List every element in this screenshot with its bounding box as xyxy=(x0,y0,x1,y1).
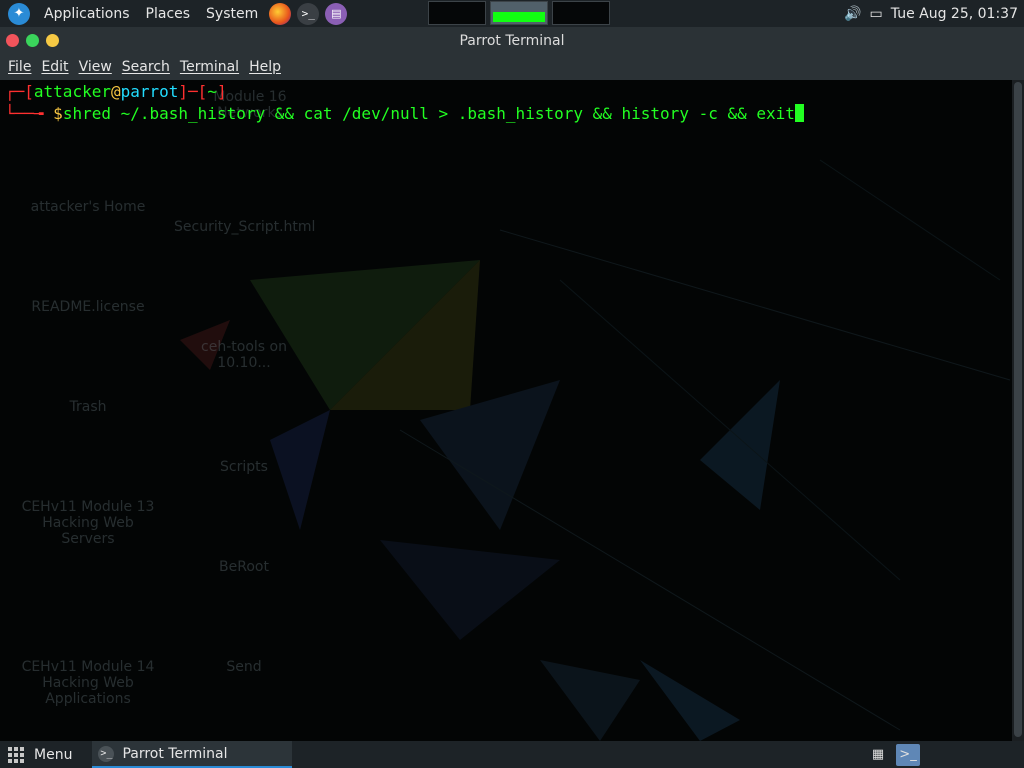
firefox-launcher-icon[interactable] xyxy=(269,2,292,25)
terminal-area[interactable]: Module 16 Networks attacker's Home Secur… xyxy=(0,80,1024,741)
menu-button[interactable]: Menu xyxy=(0,741,80,768)
prompt-at: @ xyxy=(110,82,121,101)
menu-label: Menu xyxy=(34,746,73,763)
menu-edit[interactable]: Edit xyxy=(36,59,73,75)
places-label: Places xyxy=(145,5,191,22)
terminal-scrollbar[interactable] xyxy=(1012,80,1024,741)
taskbar-terminal-button[interactable]: >_ Parrot Terminal xyxy=(92,741,293,768)
prompt-dollar: $ xyxy=(53,104,63,123)
top-panel: ✦ Applications Places System >_ ▤ 🔊 ▭ Tu… xyxy=(0,0,1024,27)
menu-view[interactable]: View xyxy=(74,59,117,75)
window-title: Parrot Terminal xyxy=(459,32,565,49)
task-label: Parrot Terminal xyxy=(122,745,228,762)
places-menu[interactable]: Places xyxy=(138,0,199,27)
workspace-switcher xyxy=(428,1,610,25)
volume-icon[interactable]: 🔊 xyxy=(844,6,861,22)
prompt-user: attacker xyxy=(33,82,111,101)
typed-command: shred ~/.bash_history && cat /dev/null >… xyxy=(62,104,795,123)
terminal-output[interactable]: ┌─[attacker@parrot]─[~] └──╼ $shred ~/.b… xyxy=(0,80,1010,741)
menu-terminal[interactable]: Terminal xyxy=(175,59,244,75)
menu-search[interactable]: Search xyxy=(117,59,175,75)
workspace-3[interactable] xyxy=(552,1,610,25)
prompt-header: ┌─[attacker@parrot]─[~] xyxy=(5,82,227,101)
system-menu[interactable]: System xyxy=(198,0,266,27)
menubar: File Edit View Search Terminal Help xyxy=(0,54,1024,80)
network-manager-icon[interactable]: ▦ xyxy=(866,744,890,766)
text-cursor xyxy=(794,104,804,122)
top-right-tray: 🔊 ▭ Tue Aug 25, 01:37 xyxy=(844,0,1018,27)
terminal-window: Parrot Terminal File Edit View Search Te… xyxy=(0,27,1024,741)
prompt-path: ~ xyxy=(207,82,217,101)
clock[interactable]: Tue Aug 25, 01:37 xyxy=(891,6,1018,22)
terminal-launcher-icon[interactable]: >_ xyxy=(297,2,320,25)
terminal-tray-icon[interactable]: >_ xyxy=(896,743,920,766)
workspace-2[interactable] xyxy=(490,1,548,25)
applications-menu[interactable]: Applications xyxy=(36,0,138,27)
workspace-1[interactable] xyxy=(428,1,486,25)
scrollbar-thumb[interactable] xyxy=(1014,82,1022,737)
window-titlebar[interactable]: Parrot Terminal xyxy=(0,27,1024,54)
apps-grid-icon xyxy=(8,746,24,763)
menu-file[interactable]: File xyxy=(3,59,36,75)
prompt-host: parrot xyxy=(120,82,179,101)
command-line[interactable]: └──╼ $shred ~/.bash_history && cat /dev/… xyxy=(5,104,804,123)
terminal-task-icon: >_ xyxy=(98,745,115,762)
menu-help[interactable]: Help xyxy=(244,59,286,75)
applications-label: Applications xyxy=(44,5,130,22)
display-icon[interactable]: ▭ xyxy=(870,6,883,22)
notes-launcher-icon[interactable]: ▤ xyxy=(325,2,348,25)
system-label: System xyxy=(206,5,259,22)
bottom-right-tray: ▦ >_ xyxy=(866,741,920,768)
bottom-panel: Menu >_ Parrot Terminal ▦ >_ xyxy=(0,741,1024,768)
parrot-logo-icon[interactable]: ✦ xyxy=(8,2,30,25)
